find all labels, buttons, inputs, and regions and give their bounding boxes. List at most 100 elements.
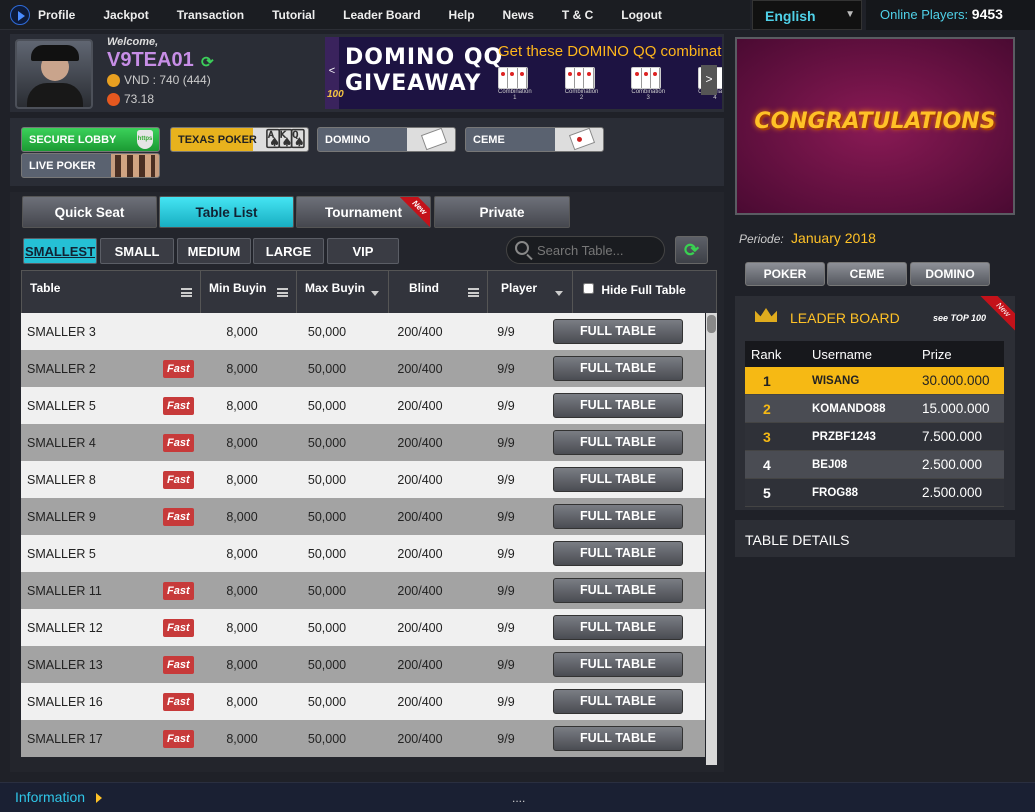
refresh-balance-icon[interactable]: ⟳ [201,53,214,71]
avatar[interactable] [15,39,93,109]
combo-3: Combination 3 [631,67,665,101]
full-table-button[interactable]: FULL TABLE [553,615,683,640]
header-hide-full[interactable]: Hide Full Table [573,271,716,313]
row-max-buyin: 50,000 [307,398,347,413]
nav-transaction[interactable]: Transaction [177,8,244,22]
promo-banner[interactable]: < DOMINO QQ GIVEAWAY 100 Get these DOMIN… [325,37,722,109]
language-select[interactable]: English ▼ [752,0,862,30]
banner-next-icon[interactable]: > [701,65,717,95]
nav-news[interactable]: News [503,8,534,22]
see-top-100-link[interactable]: see TOP 100 [933,313,986,323]
table-row[interactable]: SMALLER 5 8,000 50,000 200/400 9/9 FULL TABLE [21,535,705,572]
table-list-panel: Quick Seat Table List Tournament New Pri… [10,192,724,772]
nav-help[interactable]: Help [449,8,475,22]
ceme-button[interactable]: CEME [465,127,604,152]
row-table-name: SMALLER 17 [27,731,103,746]
play-logo-icon[interactable] [10,5,30,25]
tab-private[interactable]: Private [434,196,570,228]
trophy-icon [107,92,120,106]
row-min-buyin: 8,000 [226,731,258,746]
header-max-buyin[interactable]: Max Buyin [297,271,389,313]
nav-tutorial[interactable]: Tutorial [272,8,315,22]
table-row[interactable]: SMALLER 3 8,000 50,000 200/400 9/9 FULL TABLE [21,313,705,350]
row-player: 9/9 [497,509,515,524]
scroll-thumb[interactable] [707,315,716,333]
table-row[interactable]: SMALLER 16 Fast 8,000 50,000 200/400 9/9 FULL … [21,683,705,720]
filter-medium[interactable]: MEDIUM [177,238,251,264]
nav-jackpot[interactable]: Jackpot [103,8,148,22]
table-row[interactable]: SMALLER 11 Fast 8,000 50,000 200/400 9/9 FULL … [21,572,705,609]
tab-table-list[interactable]: Table List [159,196,294,228]
row-player: 9/9 [497,472,515,487]
row-min-buyin: 8,000 [226,435,258,450]
full-table-button[interactable]: FULL TABLE [553,578,683,603]
filter-large[interactable]: LARGE [253,238,324,264]
fast-badge: Fast [163,433,194,452]
filter-small[interactable]: SMALL [100,238,174,264]
full-table-button[interactable]: FULL TABLE [553,467,683,492]
texas-poker-button[interactable]: TEXAS POKER 🂡🂮🂭 [170,127,309,152]
header-blind-label: Blind [409,281,439,295]
online-players: Online Players: 9453 [866,0,1035,30]
table-row[interactable]: SMALLER 13 Fast 8,000 50,000 200/400 9/9 FULL … [21,646,705,683]
hide-full-checkbox[interactable] [583,283,594,294]
full-table-button[interactable]: FULL TABLE [553,393,683,418]
row-table-name: SMALLER 12 [27,620,103,635]
header-table[interactable]: Table [22,271,201,313]
table-row[interactable]: SMALLER 17 Fast 8,000 50,000 200/400 9/9 FULL … [21,720,705,757]
row-min-buyin: 8,000 [226,472,258,487]
footer-bar: Information .... [0,782,1035,812]
lb-prize: 15.000.000 [922,401,990,416]
leaderboard-tab-poker[interactable]: POKER [745,262,825,286]
information-link[interactable]: Information [15,789,85,805]
table-row[interactable]: SMALLER 2 Fast 8,000 50,000 200/400 9/9 FULL T… [21,350,705,387]
header-player[interactable]: Player [488,271,573,313]
filter-vip[interactable]: VIP [327,238,399,264]
row-blind: 200/400 [397,694,443,709]
table-scrollbar[interactable] [706,313,717,765]
filter-smallest[interactable]: SMALLEST [23,238,97,264]
full-table-button[interactable]: FULL TABLE [553,541,683,566]
leaderboard-tab-ceme[interactable]: CEME [827,262,907,286]
nav-tnc[interactable]: T & C [562,8,593,22]
nav-profile[interactable]: Profile [38,8,75,22]
domino-button[interactable]: DOMINO [317,127,456,152]
full-table-button[interactable]: FULL TABLE [553,319,683,344]
leaderboard-row: 4 BEJ08 2.500.000 [745,451,1004,479]
live-poker-button[interactable]: LIVE POKER [21,153,160,178]
tab-quick-seat[interactable]: Quick Seat [22,196,157,228]
row-max-buyin: 50,000 [307,657,347,672]
table-row[interactable]: SMALLER 5 Fast 8,000 50,000 200/400 9/9 FULL T… [21,387,705,424]
search-table-input[interactable] [506,236,665,264]
table-row[interactable]: SMALLER 8 Fast 8,000 50,000 200/400 9/9 FULL T… [21,461,705,498]
full-table-button[interactable]: FULL TABLE [553,504,683,529]
full-table-button[interactable]: FULL TABLE [553,652,683,677]
periode-value: January 2018 [791,230,876,246]
caret-down-icon: ▼ [845,9,855,20]
lb-rank: 1 [763,372,771,389]
row-player: 9/9 [497,435,515,450]
table-row[interactable]: SMALLER 9 Fast 8,000 50,000 200/400 9/9 FULL T… [21,498,705,535]
table-row[interactable]: SMALLER 4 Fast 8,000 50,000 200/400 9/9 FULL T… [21,424,705,461]
secure-lobby-button[interactable]: SECURE LOBBY https [21,127,160,152]
full-table-button[interactable]: FULL TABLE [553,726,683,751]
table-row[interactable]: SMALLER 12 Fast 8,000 50,000 200/400 9/9 FULL … [21,609,705,646]
header-table-label: Table [30,281,61,295]
header-min-buyin[interactable]: Min Buyin [201,271,297,313]
row-fast-cell: Fast [153,618,201,637]
nav-logout[interactable]: Logout [621,8,662,22]
nav-leader-board[interactable]: Leader Board [343,8,420,22]
tab-tournament[interactable]: Tournament New [296,196,431,228]
leaderboard-tab-domino[interactable]: DOMINO [910,262,990,286]
full-table-button[interactable]: FULL TABLE [553,356,683,381]
full-table-button[interactable]: FULL TABLE [553,430,683,455]
header-blind[interactable]: Blind [389,271,488,313]
row-min-buyin: 8,000 [226,694,258,709]
row-fast-cell: Fast [153,396,201,415]
periode: Periode: January 2018 [739,230,876,246]
combo-1: Combination 1 [498,67,532,101]
lb-header-rank: Rank [751,346,782,362]
refresh-tables-button[interactable]: ⟳ [675,236,708,264]
full-table-button[interactable]: FULL TABLE [553,689,683,714]
search-icon [515,241,529,255]
